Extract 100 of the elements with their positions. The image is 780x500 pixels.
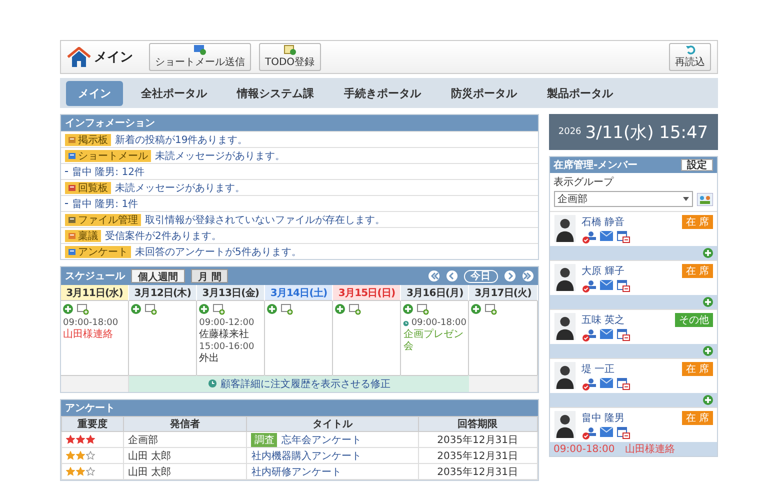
mail-icon[interactable]	[600, 231, 613, 241]
member-name[interactable]: 堤 一正	[582, 362, 676, 376]
day-header: 3月16日(月)	[401, 285, 470, 301]
panel-title: 在席管理-メンバー	[554, 158, 638, 172]
add-icon[interactable]	[703, 297, 713, 307]
info-link[interactable]: 畠中 隆男: 1件	[72, 196, 138, 210]
calendar-icon[interactable]	[616, 378, 630, 390]
memo-add-icon[interactable]	[77, 304, 89, 315]
portal-tab[interactable]: 情報システム課	[225, 80, 326, 106]
badge-icon	[68, 248, 76, 256]
day-header: 3月17日(火)	[469, 285, 538, 301]
info-link[interactable]: 受信案件が2件あります。	[105, 228, 222, 242]
status-badge: 在 席	[682, 215, 713, 229]
task-title[interactable]: 顧客詳細に注文履歴を表示させる修正	[220, 376, 390, 390]
day-header: 3月11日(水)	[61, 285, 130, 301]
memo-add-icon[interactable]	[349, 304, 362, 315]
avatar	[554, 411, 576, 438]
memo-add-icon[interactable]	[281, 304, 294, 315]
home-icon[interactable]	[67, 47, 91, 67]
add-icon[interactable]	[403, 304, 414, 314]
info-link[interactable]: 取引情報が登録されていないファイルが存在します。	[145, 212, 385, 226]
table-cell: 2035年12月31日	[418, 432, 538, 448]
presence-icon[interactable]	[582, 427, 596, 440]
star-icon	[66, 435, 75, 444]
info-link[interactable]: 未回答のアンケートが5件あります。	[135, 244, 302, 258]
view-button[interactable]: 月 間	[191, 269, 228, 283]
add-icon[interactable]	[335, 304, 346, 314]
survey-tag: 調査	[251, 432, 278, 446]
next-icon[interactable]	[504, 270, 516, 282]
badge-icon	[68, 184, 76, 192]
day-header: 3月12日(木)	[129, 285, 198, 301]
add-icon[interactable]	[703, 346, 713, 356]
memo-add-icon[interactable]	[145, 304, 158, 315]
event-title[interactable]: 山田様連絡	[63, 329, 126, 341]
presence-icon[interactable]	[582, 231, 596, 244]
star-icon	[76, 467, 85, 476]
calendar-icon[interactable]	[616, 231, 630, 243]
status-badge: 在 席	[682, 362, 713, 376]
event-title[interactable]: 外出	[199, 353, 262, 365]
add-icon[interactable]	[63, 304, 73, 314]
info-link[interactable]: 未読メッセージがあります。	[115, 180, 245, 194]
table-cell: 2035年12月31日	[418, 448, 538, 464]
category-badge: ファイル管理	[65, 214, 141, 226]
first-icon[interactable]	[428, 270, 440, 282]
mail-icon[interactable]	[600, 427, 613, 437]
badge-icon	[68, 232, 76, 240]
toolbar-button[interactable]: ショートメール送信	[149, 43, 251, 71]
toolbar-button[interactable]: TODO登録	[259, 43, 321, 71]
portal-tab[interactable]: 手続きポータル	[332, 80, 433, 106]
group-select[interactable]: 企画部	[554, 191, 693, 207]
clock-datetime: 3/11(水) 15:47	[585, 122, 708, 144]
star-icon	[66, 467, 75, 476]
member-name[interactable]: 畠中 隆男	[582, 411, 676, 425]
event-title[interactable]: 佐藤様来社	[199, 329, 262, 341]
survey-link[interactable]: 忘年会アンケート	[281, 432, 362, 446]
calendar-icon[interactable]	[616, 329, 630, 341]
calendar-icon[interactable]	[616, 280, 630, 292]
portal-tab[interactable]: 全社ポータル	[129, 80, 219, 106]
add-icon[interactable]	[703, 248, 713, 258]
add-icon[interactable]	[199, 304, 210, 314]
add-icon[interactable]	[471, 304, 482, 314]
view-button[interactable]: 個人週間	[131, 269, 185, 283]
group-icon[interactable]	[697, 192, 713, 206]
panel-title: インフォメーション	[65, 117, 155, 130]
mail-icon[interactable]	[600, 329, 613, 339]
portal-tab[interactable]: 製品ポータル	[535, 80, 625, 106]
status-badge: 在 席	[682, 264, 713, 278]
reload-button[interactable]: 再読込	[669, 43, 711, 71]
memo-add-icon[interactable]	[213, 304, 226, 315]
info-link[interactable]: 畠中 隆男: 12件	[72, 164, 144, 178]
member-name[interactable]: 大原 輝子	[582, 264, 676, 278]
table-cell: 山田 太郎	[123, 464, 247, 480]
presence-icon[interactable]	[582, 329, 596, 342]
star-icon	[76, 435, 85, 444]
add-icon[interactable]	[267, 304, 278, 314]
day-header: 3月14日(土)	[265, 285, 334, 301]
event-time: 09:00-12:00	[199, 318, 254, 328]
column-header: タイトル	[246, 416, 418, 432]
day-header: 3月15日(日)	[333, 285, 402, 301]
portal-tab[interactable]: 防災ポータル	[439, 80, 529, 106]
reload-icon	[684, 45, 696, 55]
presence-icon[interactable]	[582, 280, 596, 293]
memo-add-icon[interactable]	[417, 304, 430, 315]
member-name[interactable]: 五味 英之	[582, 313, 669, 327]
clock-year: 2026	[558, 127, 582, 137]
calendar-icon[interactable]	[616, 427, 630, 439]
add-icon[interactable]	[131, 304, 142, 314]
mail-icon[interactable]	[600, 378, 613, 388]
memo-add-icon[interactable]	[485, 304, 498, 315]
presence-icon[interactable]	[582, 378, 596, 391]
info-link[interactable]: 新着の投稿が19件あります。	[115, 132, 248, 146]
mail-icon[interactable]	[600, 280, 613, 290]
settings-button[interactable]: 設定	[681, 159, 713, 171]
last-icon[interactable]	[522, 270, 534, 282]
event-time: 15:00-16:00	[199, 342, 254, 352]
info-link[interactable]: 未読メッセージがあります。	[155, 148, 285, 162]
add-icon[interactable]	[703, 395, 713, 405]
member-name[interactable]: 石橋 静音	[582, 215, 676, 229]
previous-icon[interactable]	[446, 270, 458, 282]
note-add-icon	[284, 45, 296, 55]
